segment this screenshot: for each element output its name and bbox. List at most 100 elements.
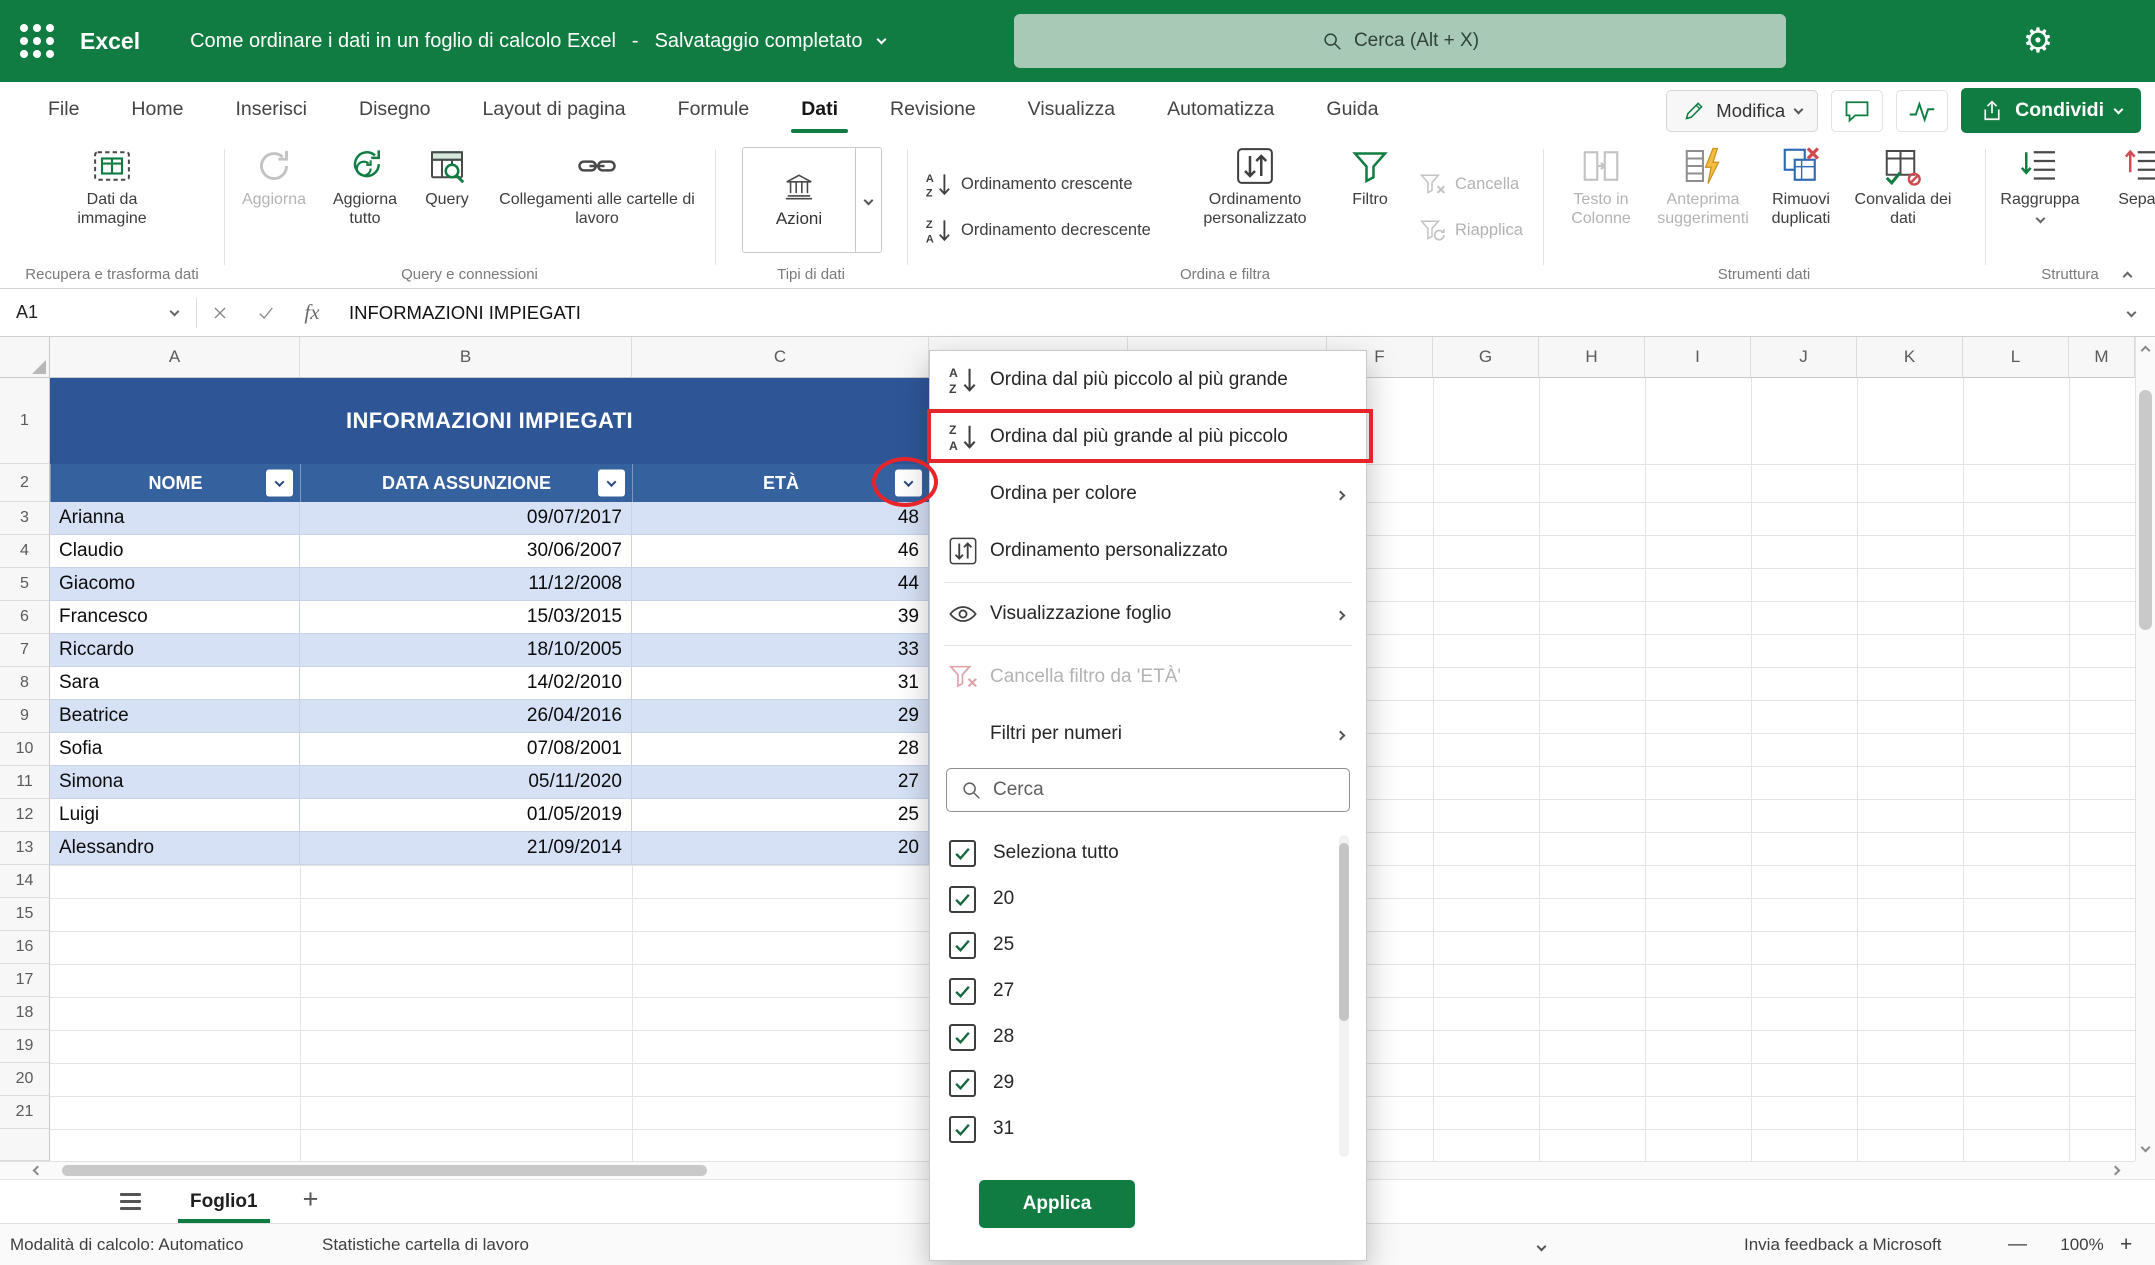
horizontal-scroll-thumb[interactable] xyxy=(62,1165,707,1176)
cell-eta[interactable]: 48 xyxy=(632,502,929,535)
apply-button[interactable]: Applica xyxy=(979,1180,1135,1228)
cell-eta[interactable]: 25 xyxy=(632,799,929,832)
row-header-6[interactable]: 6 xyxy=(0,601,50,634)
scroll-down-icon[interactable] xyxy=(2141,1143,2151,1153)
row-header-21[interactable]: 21 xyxy=(0,1096,50,1129)
cell-eta[interactable]: 39 xyxy=(632,601,929,634)
menu-item-filtri-per-numeri[interactable]: Filtri per numeri xyxy=(930,711,1366,757)
cell-data-assunzione[interactable]: 14/02/2010 xyxy=(300,667,632,700)
row-header-4[interactable]: 4 xyxy=(0,535,50,568)
menu-item-visualizzazione-foglio[interactable]: Visualizzazione foglio xyxy=(930,591,1366,637)
row-header-10[interactable]: 10 xyxy=(0,733,50,766)
row-header-2[interactable]: 2 xyxy=(0,464,50,502)
cell-data-assunzione[interactable]: 26/04/2016 xyxy=(300,700,632,733)
cell-nome-claudio[interactable]: Claudio xyxy=(50,535,300,568)
row-header-13[interactable]: 13 xyxy=(0,832,50,865)
cell-eta[interactable]: 46 xyxy=(632,535,929,568)
checkbox-checked[interactable] xyxy=(949,840,976,867)
row-header-11[interactable]: 11 xyxy=(0,766,50,799)
cell-nome-arianna[interactable]: Arianna xyxy=(50,502,300,535)
cell-nome-sofia[interactable]: Sofia xyxy=(50,733,300,766)
column-header-a[interactable]: A xyxy=(50,337,300,378)
zoom-level[interactable]: 100% xyxy=(2048,1235,2116,1255)
workbook-stats-button[interactable]: Statistiche cartella di lavoro xyxy=(322,1235,529,1255)
row-header-20[interactable]: 20 xyxy=(0,1063,50,1096)
row-header-16[interactable]: 16 xyxy=(0,931,50,964)
column-header-l[interactable]: L xyxy=(1963,337,2069,378)
scroll-up-icon[interactable] xyxy=(2141,346,2151,356)
cell-eta[interactable]: 29 xyxy=(632,700,929,733)
table-column-header-et[interactable]: ETÀ xyxy=(632,464,929,502)
filter-value-29[interactable]: 29 xyxy=(930,1060,1366,1106)
column-header-c[interactable]: C xyxy=(632,337,929,378)
scroll-left-icon[interactable] xyxy=(33,1166,43,1176)
row-header-15[interactable]: 15 xyxy=(0,898,50,931)
checkbox-checked[interactable] xyxy=(949,978,976,1005)
menu-item-ordinamento-personalizzato[interactable]: Ordinamento personalizzato xyxy=(930,528,1366,574)
select-all-button[interactable] xyxy=(0,337,50,378)
row-header-18[interactable]: 18 xyxy=(0,997,50,1030)
menu-search-input[interactable]: Cerca xyxy=(946,768,1350,812)
cell-nome-giacomo[interactable]: Giacomo xyxy=(50,568,300,601)
cell-data-assunzione[interactable]: 21/09/2014 xyxy=(300,832,632,865)
filter-value-seleziona-tutto[interactable]: Seleziona tutto xyxy=(930,830,1366,876)
cell-data-assunzione[interactable]: 18/10/2005 xyxy=(300,634,632,667)
calc-mode-button[interactable]: Modalità di calcolo: Automatico xyxy=(10,1235,243,1255)
row-header-19[interactable]: 19 xyxy=(0,1030,50,1063)
cell-eta[interactable]: 31 xyxy=(632,667,929,700)
cell-data-assunzione[interactable]: 11/12/2008 xyxy=(300,568,632,601)
column-header-h[interactable]: H xyxy=(1539,337,1645,378)
checkbox-checked[interactable] xyxy=(949,932,976,959)
checkbox-checked[interactable] xyxy=(949,1070,976,1097)
filter-value-25[interactable]: 25 xyxy=(930,922,1366,968)
column-header-i[interactable]: I xyxy=(1645,337,1751,378)
cell-eta[interactable]: 20 xyxy=(632,832,929,865)
cell-nome-beatrice[interactable]: Beatrice xyxy=(50,700,300,733)
filter-value-20[interactable]: 20 xyxy=(930,876,1366,922)
table-column-header-data-assunzione[interactable]: DATA ASSUNZIONE xyxy=(300,464,632,502)
vertical-scrollbar[interactable] xyxy=(2135,337,2155,1161)
table-title-cell[interactable]: INFORMAZIONI IMPIEGATI xyxy=(50,378,929,464)
row-header-5[interactable]: 5 xyxy=(0,568,50,601)
row-header-9[interactable]: 9 xyxy=(0,700,50,733)
row-header-17[interactable]: 17 xyxy=(0,964,50,997)
vertical-scroll-thumb[interactable] xyxy=(2139,390,2152,630)
cell-data-assunzione[interactable]: 15/03/2015 xyxy=(300,601,632,634)
checkbox-checked[interactable] xyxy=(949,1116,976,1143)
cell-nome-riccardo[interactable]: Riccardo xyxy=(50,634,300,667)
cell-eta[interactable]: 28 xyxy=(632,733,929,766)
cell-data-assunzione[interactable]: 01/05/2019 xyxy=(300,799,632,832)
menu-item-ordina-dal-pi-piccolo-al-pi-grande[interactable]: AZOrdina dal più piccolo al più grande xyxy=(930,357,1366,403)
column-header-m[interactable]: M xyxy=(2069,337,2135,378)
sheet-tab-foglio1[interactable]: Foglio1 xyxy=(173,1180,275,1223)
sheet-list-button[interactable] xyxy=(114,1187,147,1215)
cell-eta[interactable]: 27 xyxy=(632,766,929,799)
cell-data-assunzione[interactable]: 05/11/2020 xyxy=(300,766,632,799)
filter-value-28[interactable]: 28 xyxy=(930,1014,1366,1060)
menu-item-ordina-per-colore[interactable]: Ordina per colore xyxy=(930,471,1366,517)
zoom-out-button[interactable]: — xyxy=(2008,1234,2027,1256)
filter-list-scroll-thumb[interactable] xyxy=(1339,843,1349,1021)
cell-eta[interactable]: 33 xyxy=(632,634,929,667)
cell-data-assunzione[interactable]: 09/07/2017 xyxy=(300,502,632,535)
cell-nome-simona[interactable]: Simona xyxy=(50,766,300,799)
row-header-14[interactable]: 14 xyxy=(0,865,50,898)
column-header-k[interactable]: K xyxy=(1857,337,1963,378)
cell-nome-sara[interactable]: Sara xyxy=(50,667,300,700)
column-header-j[interactable]: J xyxy=(1751,337,1857,378)
cell-nome-luigi[interactable]: Luigi xyxy=(50,799,300,832)
column-header-b[interactable]: B xyxy=(300,337,632,378)
checkbox-checked[interactable] xyxy=(949,886,976,913)
row-header-7[interactable]: 7 xyxy=(0,634,50,667)
filter-dropdown-button-et[interactable] xyxy=(895,470,922,497)
column-header-g[interactable]: G xyxy=(1433,337,1539,378)
cell-nome-francesco[interactable]: Francesco xyxy=(50,601,300,634)
filter-value-27[interactable]: 27 xyxy=(930,968,1366,1014)
cell-data-assunzione[interactable]: 30/06/2007 xyxy=(300,535,632,568)
filter-list-scrollbar[interactable] xyxy=(1339,835,1349,1157)
menu-item-ordina-dal-pi-grande-al-pi-piccolo[interactable]: ZAOrdina dal più grande al più piccolo xyxy=(930,414,1366,460)
status-chevron-down-icon[interactable] xyxy=(1538,1235,1545,1255)
zoom-in-button[interactable]: + xyxy=(2120,1233,2132,1257)
row-header-12[interactable]: 12 xyxy=(0,799,50,832)
add-sheet-button[interactable]: + xyxy=(295,1186,327,1217)
